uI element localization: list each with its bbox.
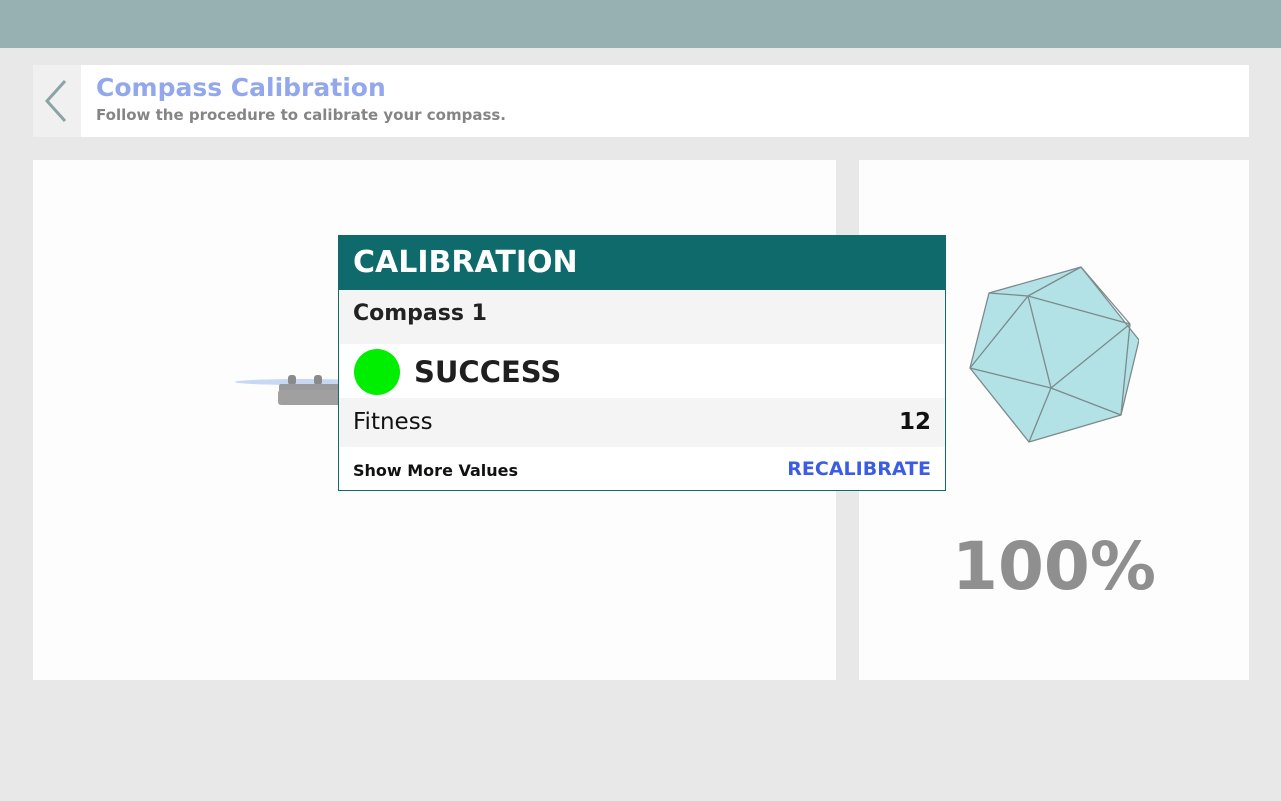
status-text: SUCCESS: [414, 355, 562, 389]
chevron-left-icon: [44, 79, 67, 123]
fitness-label: Fitness: [353, 409, 433, 435]
back-button[interactable]: [33, 65, 81, 137]
compass-label: Compass 1: [339, 290, 945, 344]
success-indicator: [354, 349, 400, 395]
calibration-dialog: CALIBRATION Compass 1 SUCCESS Fitness 12…: [338, 235, 946, 491]
icosahedron-icon: [969, 266, 1139, 443]
page-header: Compass Calibration Follow the procedure…: [33, 65, 1249, 137]
show-more-values-link[interactable]: Show More Values: [353, 461, 518, 480]
progress-percent: 100%: [952, 528, 1156, 605]
actions-row: Show More Values RECALIBRATE: [339, 447, 945, 490]
page-subtitle: Follow the procedure to calibrate your c…: [96, 106, 507, 124]
dialog-title: CALIBRATION: [339, 236, 945, 290]
status-row: SUCCESS: [339, 344, 945, 398]
page-title: Compass Calibration: [96, 73, 386, 102]
recalibrate-button[interactable]: RECALIBRATE: [787, 458, 931, 480]
fitness-row: Fitness 12: [339, 398, 945, 447]
fitness-value: 12: [898, 409, 931, 435]
top-bar: [0, 0, 1281, 48]
